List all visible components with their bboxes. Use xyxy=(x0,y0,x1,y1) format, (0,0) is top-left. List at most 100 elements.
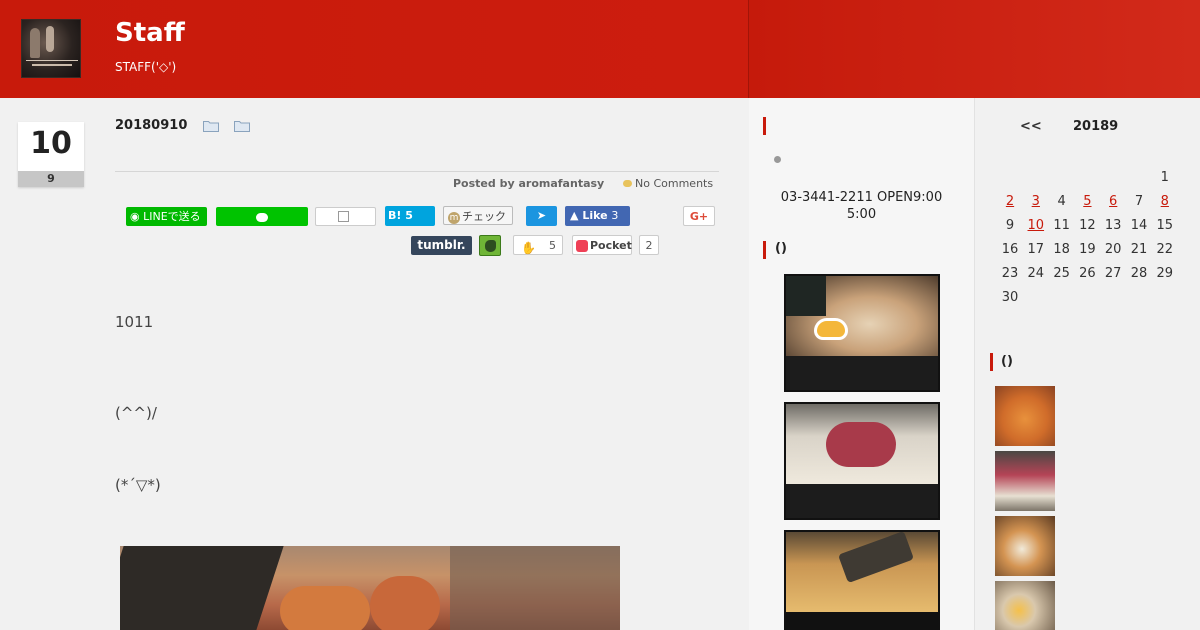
line-icon xyxy=(256,212,268,222)
calendar-day: 23 xyxy=(1001,266,1019,281)
twitter-share-button[interactable]: ➤ xyxy=(526,206,557,226)
clap-button[interactable]: ✋ 5 xyxy=(513,235,563,255)
comment-icon xyxy=(623,180,632,187)
pocket-save-button[interactable]: Pocket xyxy=(572,235,632,255)
calendar-day: 22 xyxy=(1156,242,1174,257)
checkbox-icon xyxy=(338,211,349,222)
calendar-day: 18 xyxy=(1053,242,1070,257)
calendar-day: 26 xyxy=(1079,266,1096,281)
calendar-day: 1 xyxy=(1160,170,1169,185)
fb-like-count: 3 xyxy=(611,209,619,222)
hatena-count: 5 xyxy=(405,209,413,222)
calendar-week-row: 2345678 xyxy=(997,194,1179,218)
widget-title-marker xyxy=(990,353,993,371)
thumbs-up-icon: ▲ xyxy=(570,209,579,222)
evernote-elephant-icon xyxy=(485,240,496,252)
recent-posts-title: () xyxy=(775,241,787,256)
calendar-week-row: 23 24 25 26 27 28 29 xyxy=(997,266,1179,290)
gallery-thumbnail[interactable] xyxy=(995,386,1055,446)
calendar-day: 29 xyxy=(1156,266,1174,281)
line-share-button[interactable]: ◉ LINEで送る xyxy=(126,207,207,226)
folder-icon[interactable] xyxy=(234,119,250,132)
comments-link[interactable]: No Comments xyxy=(623,177,713,190)
header-right-panel xyxy=(749,0,1200,98)
post-meta-author: Posted by aromafantasy xyxy=(453,177,604,190)
line-icon: ◉ xyxy=(130,210,144,223)
post-paragraph: (^^)/ xyxy=(115,404,157,422)
twitter-bird-icon: ➤ xyxy=(536,209,547,222)
recent-post-thumbnail[interactable] xyxy=(784,402,940,520)
calendar-day: 16 xyxy=(1001,242,1019,257)
calendar-day-link[interactable]: 10 xyxy=(1023,218,1049,233)
calendar-week-row: 16 17 18 19 20 21 22 xyxy=(997,242,1179,266)
widget-title-marker xyxy=(763,241,766,259)
fb-like-label: Like xyxy=(582,209,608,222)
mixi-check-button[interactable]: m チェック xyxy=(443,206,513,225)
gallery-thumbnail[interactable] xyxy=(995,451,1055,511)
gallery-thumbnail[interactable] xyxy=(995,581,1055,630)
calendar-day-link[interactable]: 3 xyxy=(1023,194,1049,209)
pocket-count: 2 xyxy=(639,235,659,255)
phone-hours: 03-3441-2211 OPEN9:00 xyxy=(780,190,943,205)
calendar-day: 25 xyxy=(1053,266,1070,281)
closing-hours: 5:00 xyxy=(846,207,877,222)
author-link[interactable]: aromafantasy xyxy=(518,177,604,190)
post-food-photo[interactable] xyxy=(120,546,620,630)
date-month: 9 xyxy=(18,171,84,187)
calendar-day: 17 xyxy=(1027,242,1045,257)
shop-contact-info: 03-3441-2211 OPEN9:00 5:00 xyxy=(749,189,974,223)
calendar-day: 21 xyxy=(1130,242,1148,257)
tumblr-share-button[interactable]: tumblr. xyxy=(411,236,472,255)
evernote-clip-button[interactable] xyxy=(479,235,501,256)
clap-hands-icon: ✋ xyxy=(521,241,536,255)
calendar-day-link[interactable]: 6 xyxy=(1100,194,1126,209)
calendar-day: 28 xyxy=(1130,266,1148,281)
gplus-label: G+ xyxy=(689,210,709,223)
site-title[interactable]: Staff xyxy=(115,18,185,48)
date-badge: 10 9 xyxy=(18,122,84,187)
post-divider xyxy=(115,171,719,172)
gallery-title: () xyxy=(1001,354,1013,369)
calendar-day-link[interactable]: 5 xyxy=(1074,194,1100,209)
calendar-week-row: 30 xyxy=(997,290,1179,314)
list-bullet xyxy=(774,156,781,163)
folder-icon[interactable] xyxy=(203,119,219,132)
clap-count: 5 xyxy=(549,239,556,252)
hatena-bookmark-button[interactable]: B! 5 xyxy=(385,206,435,226)
hatena-label: B! xyxy=(388,209,402,222)
calendar-day: 24 xyxy=(1027,266,1045,281)
calendar-day-link[interactable]: 2 xyxy=(997,194,1023,209)
calendar-day: 13 xyxy=(1104,218,1122,233)
post-paragraph: 1011 xyxy=(115,313,154,331)
tumblr-label: tumblr. xyxy=(417,238,466,252)
posted-by-label: Posted by xyxy=(453,177,515,190)
calendar-day: 7 xyxy=(1134,194,1144,209)
pocket-label: Pocket xyxy=(590,239,632,252)
site-logo[interactable] xyxy=(21,19,81,78)
facebook-like-button[interactable]: ▲ Like 3 xyxy=(565,206,630,226)
calendar-title: 20189 xyxy=(1073,119,1119,134)
google-plus-button[interactable]: G+ xyxy=(683,206,715,226)
calendar-day: 12 xyxy=(1079,218,1096,233)
calendar-day: 19 xyxy=(1079,242,1096,257)
post-title[interactable]: 20180910 xyxy=(115,118,187,133)
site-header: Staff STAFF('◇') xyxy=(0,0,1200,98)
calendar-prev-link[interactable]: << xyxy=(1020,119,1042,134)
share-checkbox-button[interactable] xyxy=(315,207,376,226)
gallery-thumbnail[interactable] xyxy=(995,516,1055,576)
comments-label: No Comments xyxy=(635,177,714,190)
line-share-button-alt[interactable] xyxy=(216,207,308,226)
calendar-day: 4 xyxy=(1057,194,1066,209)
calendar-week-row: 1 xyxy=(997,170,1179,194)
recent-post-thumbnail[interactable] xyxy=(784,274,940,392)
line-share-label: LINEで送る xyxy=(143,210,201,223)
calendar-day: 15 xyxy=(1156,218,1174,233)
widget-title-marker xyxy=(763,117,766,135)
calendar-week-row: 9 10 11 12 13 14 15 xyxy=(997,218,1179,242)
site-description: STAFF('◇') xyxy=(115,60,177,74)
recent-post-thumbnail[interactable] xyxy=(784,530,940,630)
date-day: 10 xyxy=(30,126,72,161)
calendar-day-link[interactable]: 8 xyxy=(1152,194,1178,209)
header-divider xyxy=(748,0,749,98)
calendar-day: 14 xyxy=(1130,218,1148,233)
